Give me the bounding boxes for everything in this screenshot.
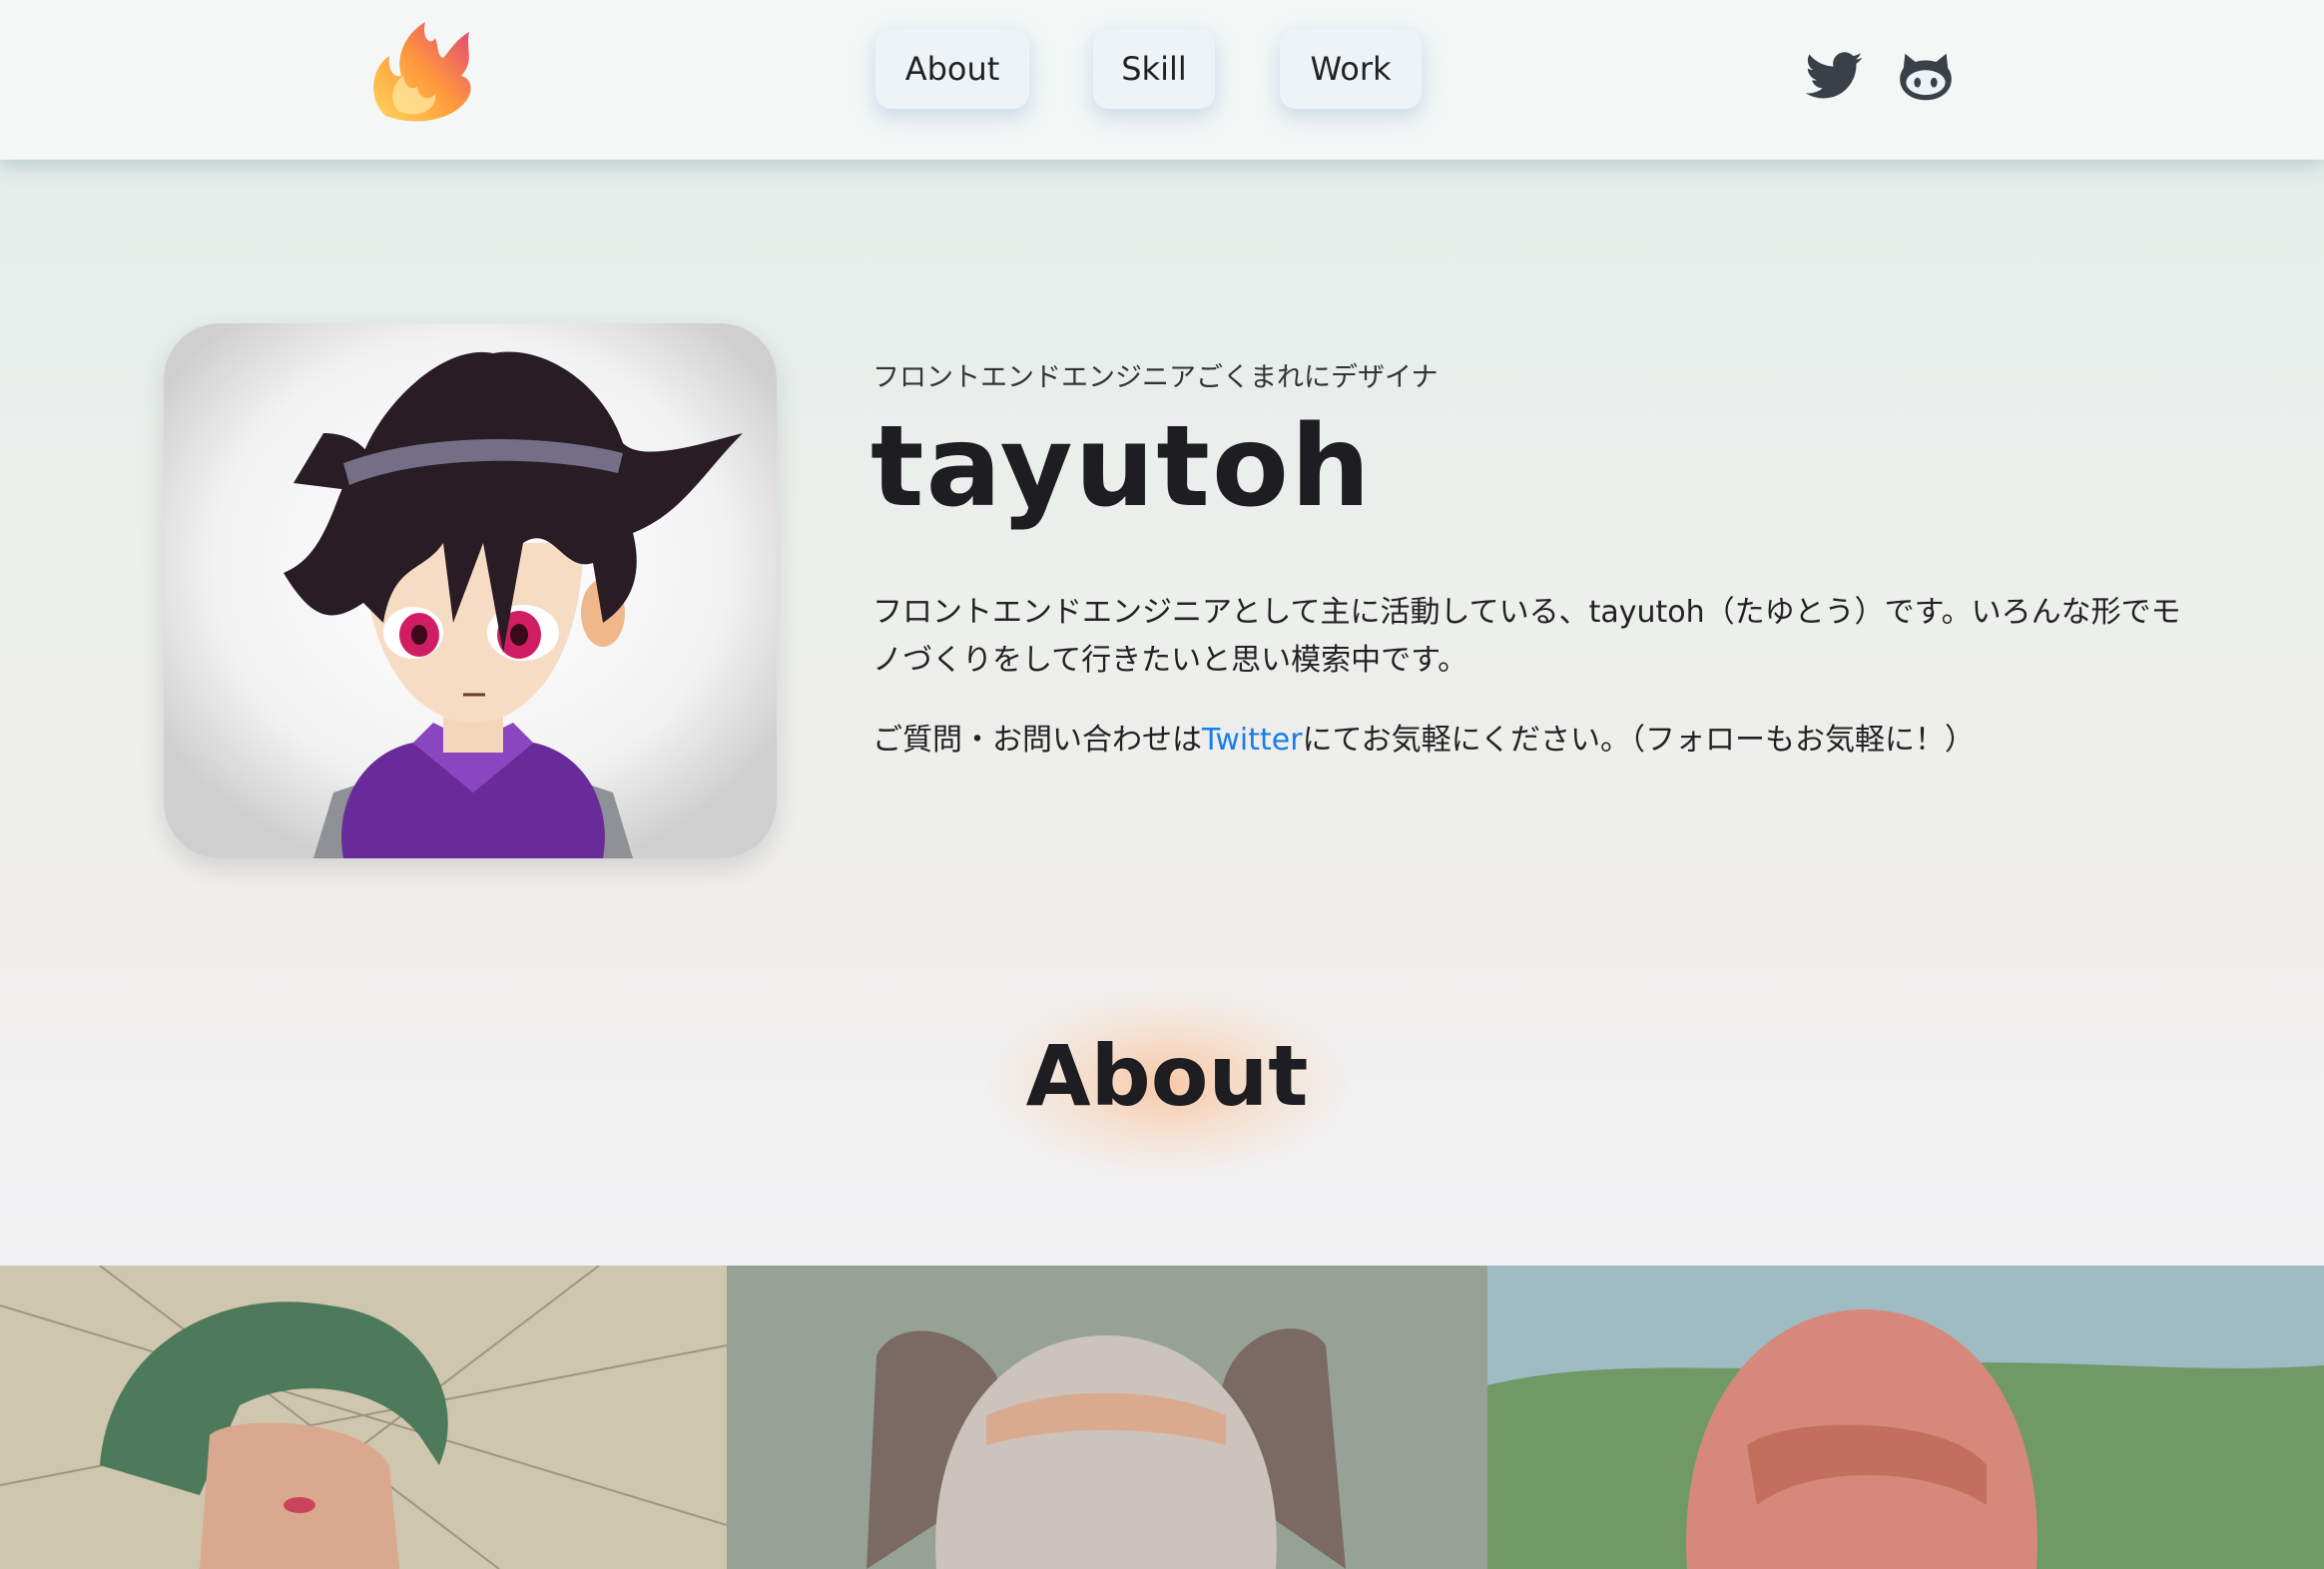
nav-skill-button[interactable]: Skill [1093,29,1215,109]
twitter-link[interactable]: Twitter [1202,723,1303,758]
twitter-icon[interactable] [1801,46,1867,108]
profile-avatar [164,323,777,858]
profile-name: tayutoh [871,402,1373,532]
gallery-image-3 [1487,1266,2324,1569]
profile-tagline: フロントエンドエンジニアごくまれにデザイナ [872,362,1439,393]
about-section-heading: About [1025,1027,1309,1125]
artwork-gallery [0,1266,2324,1569]
contact-prefix: ご質問・お問い合わせは [872,723,1202,758]
nav-work-button[interactable]: Work [1280,29,1422,109]
github-icon[interactable] [1895,46,1961,108]
gallery-image-2 [727,1266,1487,1569]
contact-suffix: にてお気軽にください。（フォローもお気軽に！） [1302,723,1976,758]
gallery-image-1 [0,1266,727,1569]
profile-bio: フロントエンドエンジニアとして主に活動している、tayutoh（たゆとう）です。… [872,595,2181,678]
flame-logo-icon[interactable] [365,16,479,128]
nav-about-button[interactable]: About [875,29,1029,109]
profile-contact: ご質問・お問い合わせはTwitterにてお気軽にください。（フォローもお気軽に！… [872,717,2190,765]
site-header: About Skill Work [0,0,2324,160]
